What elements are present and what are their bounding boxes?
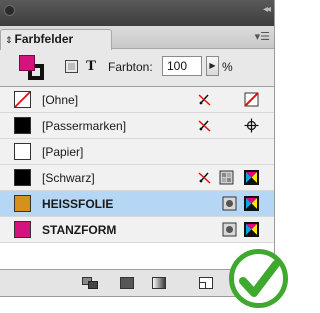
no-edit-icon bbox=[198, 94, 211, 106]
swatch-name: [Passermarken] bbox=[42, 119, 127, 133]
solid-swatch-icon[interactable] bbox=[120, 277, 134, 289]
swatch-name: STANZFORM bbox=[42, 223, 117, 237]
spot-color-icon bbox=[222, 196, 237, 211]
swatch-row-none[interactable]: [Ohne] bbox=[0, 87, 274, 113]
process-color-icon bbox=[219, 170, 234, 185]
tint-label: Farbton: bbox=[108, 60, 153, 74]
cmyk-icon bbox=[244, 222, 259, 237]
swatch-name: [Papier] bbox=[42, 145, 84, 159]
fill-swatch-icon[interactable] bbox=[19, 55, 35, 71]
registration-icon bbox=[244, 118, 259, 133]
gradient-swatch-icon[interactable] bbox=[152, 277, 166, 289]
swatch-chip bbox=[14, 117, 31, 134]
format-container-icon[interactable] bbox=[65, 60, 78, 73]
tab-arrows-icon: ⇕ bbox=[5, 36, 13, 46]
swatch-chip bbox=[14, 221, 31, 238]
none-indicator-icon bbox=[244, 92, 259, 107]
no-edit-icon bbox=[198, 172, 211, 184]
checkmark-icon bbox=[229, 249, 288, 308]
panel-title-strip: ◂◂ bbox=[0, 0, 274, 26]
spot-color-icon bbox=[222, 222, 237, 237]
swatch-list: [Ohne] [Passermarken] [Papier] [Schwarz]… bbox=[0, 86, 274, 270]
cmyk-icon bbox=[244, 170, 259, 185]
new-swatch-icon[interactable] bbox=[199, 277, 213, 289]
tint-slider-button[interactable]: ▶ bbox=[206, 56, 219, 76]
swatch-row-stanzform[interactable]: STANZFORM bbox=[0, 217, 274, 243]
percent-label: % bbox=[222, 60, 233, 74]
fill-stroke-toggle[interactable] bbox=[19, 55, 45, 81]
swatch-name: [Ohne] bbox=[42, 93, 79, 107]
swatch-chip bbox=[14, 143, 31, 160]
swatch-controls: T Farbton: ▶ % bbox=[0, 50, 274, 86]
swatch-view-icon[interactable] bbox=[82, 277, 98, 289]
swatch-name: [Schwarz] bbox=[42, 171, 95, 185]
swatch-row-heissfolie[interactable]: HEISSFOLIE bbox=[0, 191, 274, 217]
tab-farbfelder[interactable]: ⇕ Farbfelder bbox=[0, 29, 112, 50]
format-text-icon[interactable]: T bbox=[86, 58, 96, 75]
swatch-row-registration[interactable]: [Passermarken] bbox=[0, 113, 274, 139]
swatch-row-black[interactable]: [Schwarz] bbox=[0, 165, 274, 191]
panel-menu-icon[interactable]: ▾☰ bbox=[255, 30, 270, 43]
swatch-chip bbox=[14, 195, 31, 212]
panel-tab-bar: ⇕ Farbfelder ▾☰ bbox=[0, 26, 274, 50]
swatch-chip bbox=[14, 169, 31, 186]
collapse-icon[interactable]: ◂◂ bbox=[263, 4, 271, 15]
cmyk-icon bbox=[244, 196, 259, 211]
no-edit-icon bbox=[198, 120, 211, 132]
swatch-name: HEISSFOLIE bbox=[42, 197, 114, 211]
tab-label: Farbfelder bbox=[14, 32, 74, 46]
tint-input[interactable] bbox=[162, 56, 202, 76]
none-swatch-icon bbox=[14, 91, 31, 108]
swatch-row-paper[interactable]: [Papier] bbox=[0, 139, 274, 165]
close-icon[interactable] bbox=[4, 5, 15, 16]
